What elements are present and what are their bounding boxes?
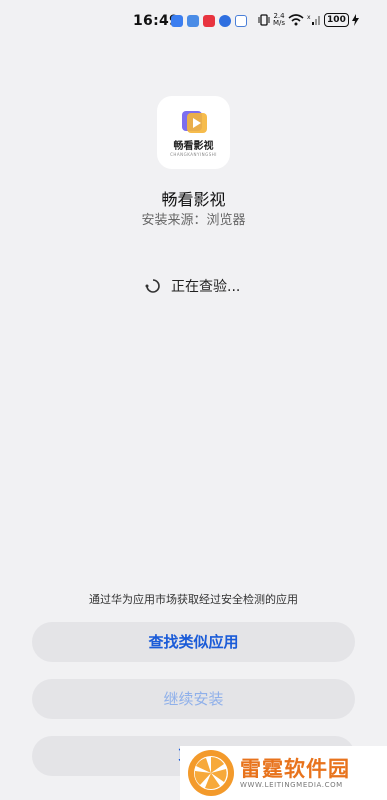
spinner-icon bbox=[145, 279, 160, 293]
svg-text:x: x bbox=[307, 14, 311, 21]
wifi-icon bbox=[288, 14, 304, 26]
status-bar: 16:49 2.4 M/s x 100 bbox=[0, 0, 387, 44]
checking-status: 正在查验... bbox=[145, 276, 240, 296]
vibrate-icon bbox=[258, 14, 270, 26]
checking-text: 正在查验... bbox=[171, 279, 241, 295]
continue-install-button[interactable]: 继续安装 bbox=[32, 679, 355, 719]
signal-icon: x bbox=[307, 14, 321, 25]
watermark-title: 雷霆软件园 bbox=[240, 757, 350, 781]
notification-icons bbox=[171, 15, 247, 27]
find-similar-apps-button[interactable]: 查找类似应用 bbox=[32, 622, 355, 662]
notification-app-icon bbox=[187, 15, 199, 27]
notification-app-icon bbox=[171, 15, 183, 27]
watermark-url: WWW.LEITINGMEDIA.COM bbox=[240, 781, 343, 789]
notification-app-icon bbox=[219, 15, 231, 27]
notification-app-icon bbox=[203, 15, 215, 27]
install-source: 安装来源：浏览器 bbox=[141, 213, 246, 228]
watermark: 雷霆软件园 WWW.LEITINGMEDIA.COM bbox=[180, 746, 387, 800]
app-name: 畅看影视 bbox=[161, 190, 226, 209]
app-market-note: 通过华为应用市场获取经过安全检测的应用 bbox=[89, 593, 298, 606]
battery-indicator: 100 bbox=[324, 13, 349, 27]
app-icon-title: 畅看影视 bbox=[173, 140, 214, 152]
system-icons: 2.4 M/s x 100 bbox=[258, 13, 359, 27]
app-icon-subtitle: CHANGKANYINGSHI bbox=[170, 151, 217, 157]
play-logo-icon bbox=[181, 110, 207, 133]
notification-app-icon bbox=[235, 15, 247, 27]
orange-slice-logo-icon bbox=[188, 750, 234, 796]
app-icon: 畅看影视 CHANGKANYINGSHI bbox=[157, 96, 230, 169]
charging-icon bbox=[351, 14, 359, 26]
net-speed-unit: M/s bbox=[273, 19, 286, 27]
net-speed: 2.4 M/s bbox=[273, 13, 285, 27]
